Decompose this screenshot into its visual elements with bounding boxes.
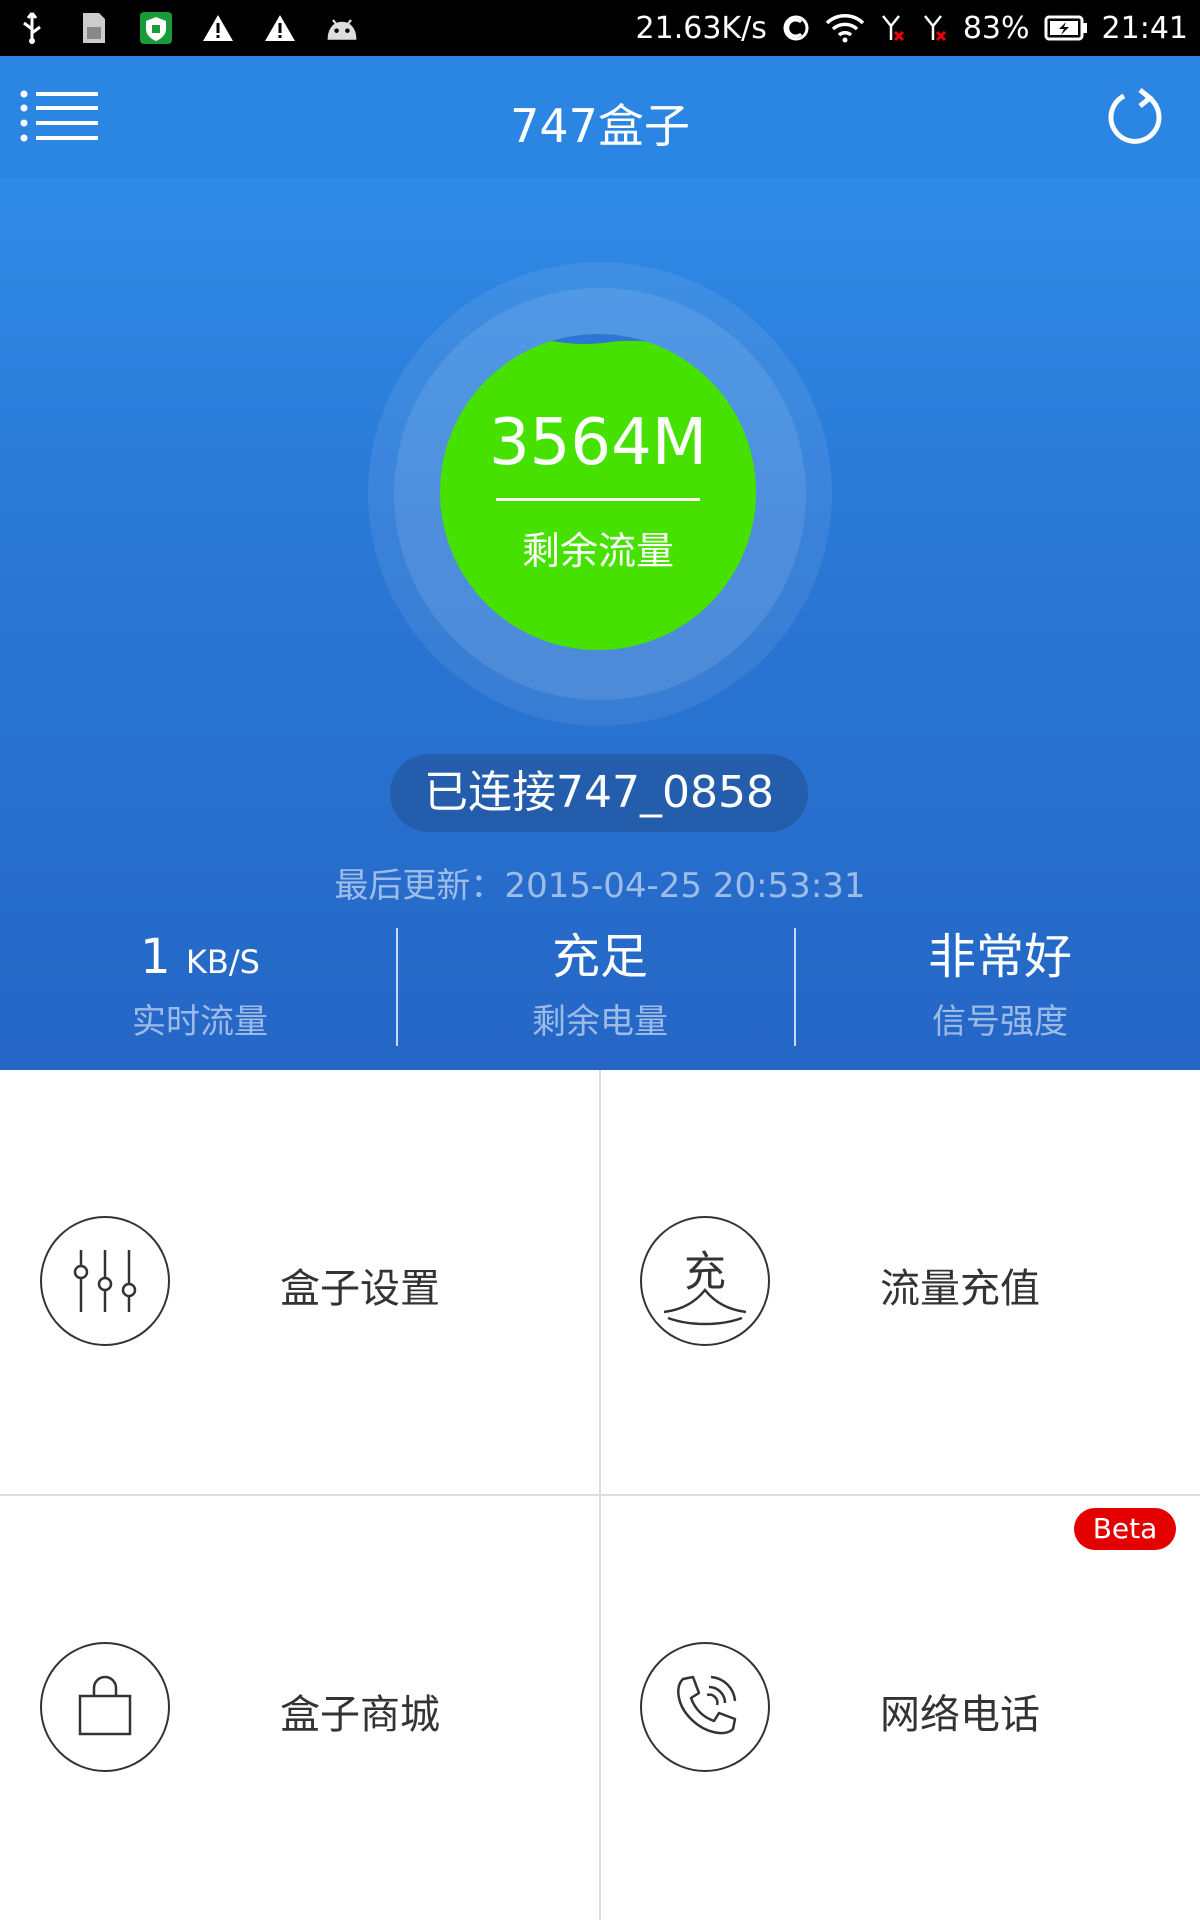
status-hero: 3564M 剩余流量 已连接747_0858 最后更新：2015-04-25 2… xyxy=(0,178,1200,1070)
status-bar: 21.63K/s 83% 21:41 xyxy=(0,0,1200,56)
tile-label: 盒子商城 xyxy=(280,1692,440,1738)
beta-badge: Beta xyxy=(1074,1508,1176,1550)
net-speed: 21.63K/s xyxy=(635,10,767,46)
box-store-tile[interactable]: 盒子商城 xyxy=(0,1496,600,1920)
app-title: 747盒子 xyxy=(510,99,690,153)
remaining-amount: 3564M xyxy=(488,406,708,480)
feature-grid: 盒子设置 充 流量充值 盒子商城 网络电话 Beta xyxy=(0,1070,1200,1920)
wave-top xyxy=(440,334,756,349)
stat-value: 非常好 xyxy=(927,929,1072,985)
usb-icon xyxy=(14,10,50,46)
stat-unit: KB/S xyxy=(185,943,260,981)
sliders-icon xyxy=(40,1216,170,1346)
app-bar: 747盒子 xyxy=(0,56,1200,178)
remaining-data-gauge: 3564M 剩余流量 xyxy=(440,334,756,650)
stat-divider xyxy=(794,928,796,1046)
tile-label: 流量充值 xyxy=(880,1266,1040,1312)
stat-battery: 充足 剩余电量 xyxy=(400,926,800,1056)
battery-charging-icon xyxy=(1044,15,1087,41)
sim-card-icon xyxy=(76,10,112,46)
stat-value: 充足 xyxy=(551,929,648,985)
voip-call-tile[interactable]: 网络电话 xyxy=(600,1496,1200,1920)
remaining-label: 剩余流量 xyxy=(521,529,674,573)
shopping-bag-icon xyxy=(40,1642,170,1772)
tile-label: 网络电话 xyxy=(880,1692,1040,1738)
signal-sim2-icon xyxy=(923,15,946,42)
sync-icon xyxy=(783,15,809,41)
battery-percent: 83% xyxy=(962,10,1030,46)
clock: 21:41 xyxy=(1101,10,1188,46)
last-update: 最后更新：2015-04-25 20:53:31 xyxy=(334,866,866,906)
status-system: 21.63K/s 83% 21:41 xyxy=(636,0,1188,56)
box-settings-tile[interactable]: 盒子设置 xyxy=(0,1070,600,1494)
status-notifications xyxy=(14,8,360,48)
stat-divider xyxy=(396,928,398,1046)
grid-divider-horizontal xyxy=(0,1494,1200,1496)
gauge-divider xyxy=(496,498,700,501)
data-recharge-tile[interactable]: 充 流量充值 xyxy=(600,1070,1200,1494)
stat-value: 1 xyxy=(140,929,171,985)
app-shield-icon xyxy=(138,10,174,46)
warning-icon xyxy=(200,10,236,46)
stat-label: 剩余电量 xyxy=(532,1002,668,1042)
stat-realtime-traffic: 1 KB/S 实时流量 xyxy=(0,926,400,1056)
android-icon xyxy=(324,10,360,46)
wifi-icon xyxy=(825,14,865,43)
connection-status: 已连接747_0858 xyxy=(390,754,808,832)
stats-row: 1 KB/S 实时流量 充足 剩余电量 非常好 信号强度 xyxy=(0,926,1200,1056)
stat-signal: 非常好 信号强度 xyxy=(800,926,1200,1056)
recharge-icon: 充 xyxy=(640,1216,770,1346)
stat-label: 信号强度 xyxy=(932,1002,1068,1042)
phone-call-icon xyxy=(640,1642,770,1772)
tile-label: 盒子设置 xyxy=(280,1266,440,1312)
warning-icon xyxy=(262,10,298,46)
signal-sim1-icon xyxy=(881,15,904,42)
stat-label: 实时流量 xyxy=(132,1002,268,1042)
refresh-icon[interactable] xyxy=(1104,86,1166,148)
